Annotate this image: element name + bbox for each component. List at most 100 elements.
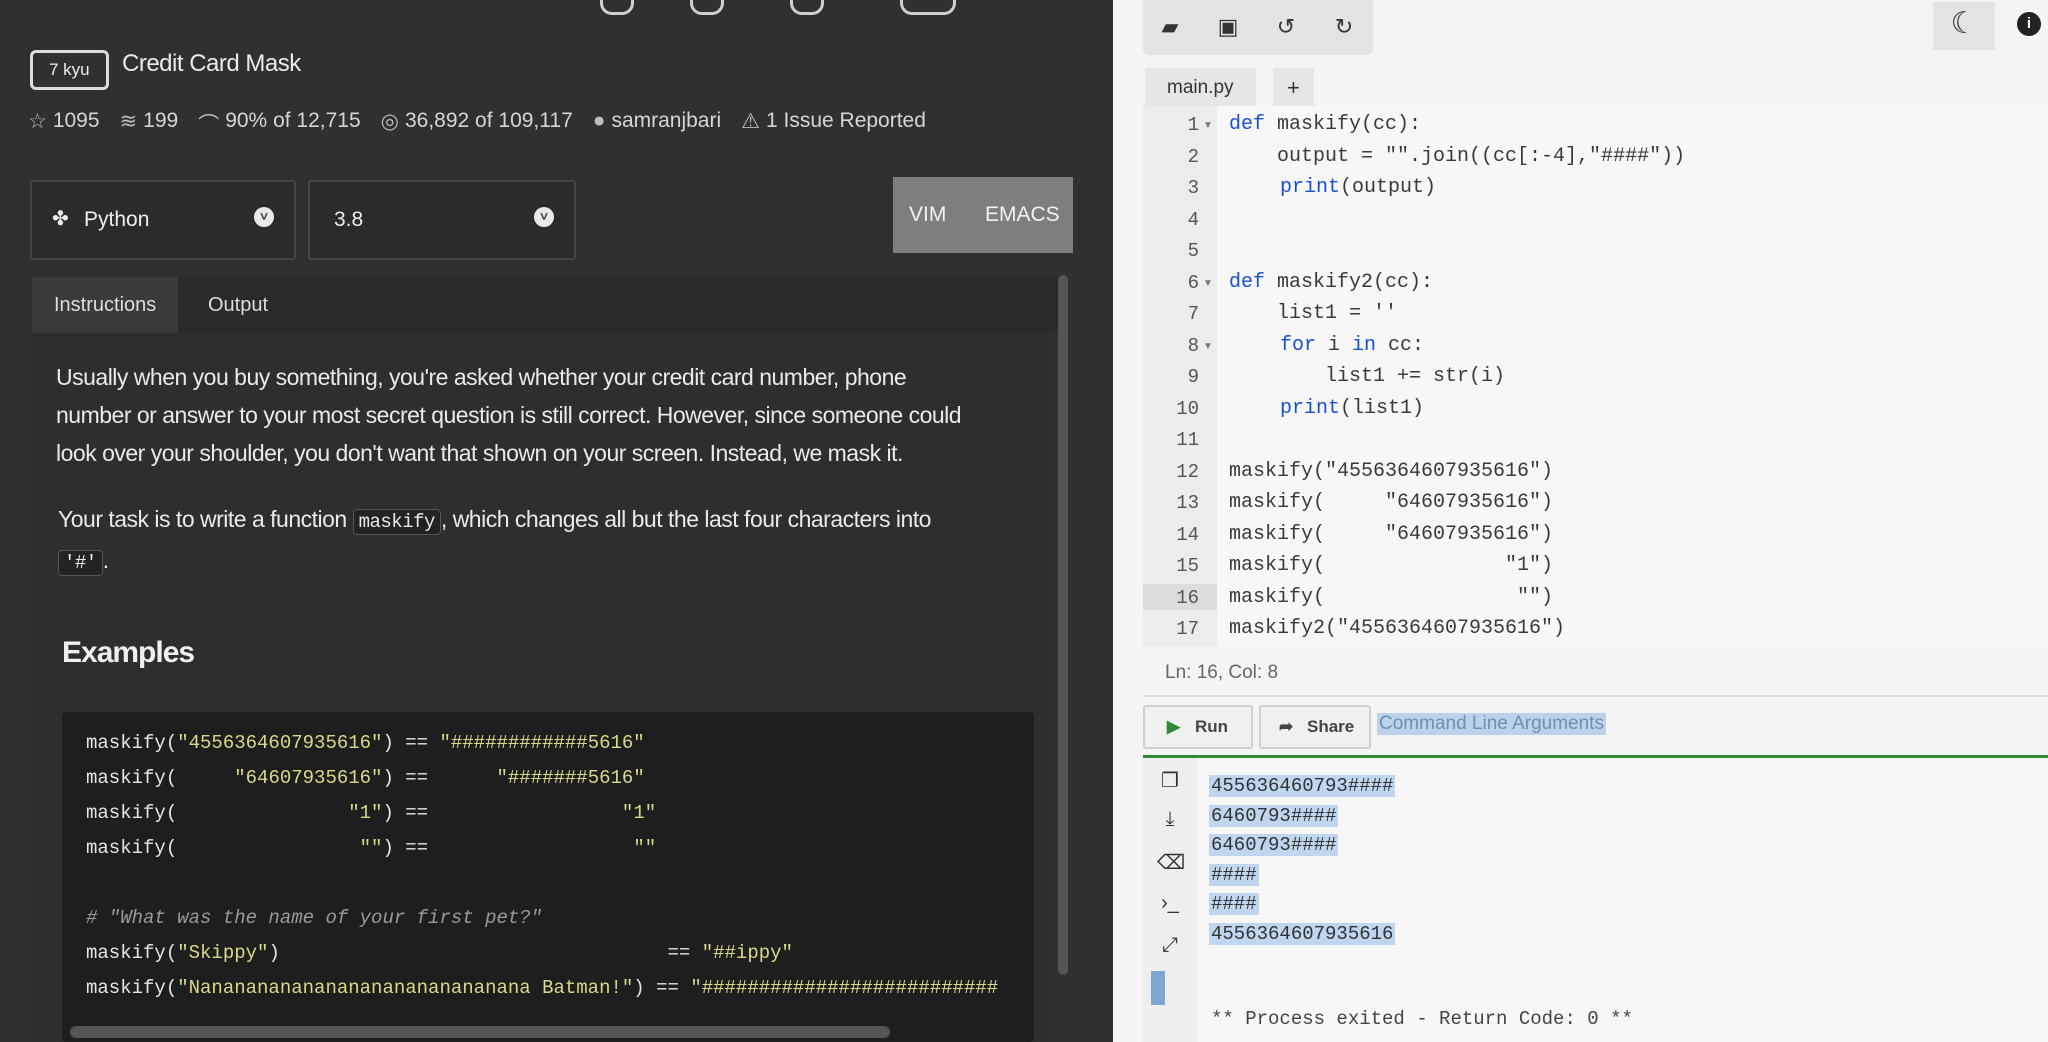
chevron-down-icon: ˅	[534, 207, 554, 227]
instruction-tabs: Instructions Output	[32, 277, 1062, 333]
completed-icon: ◎	[380, 110, 399, 133]
inline-code: '#'	[58, 550, 103, 576]
description-line: number or answer to your most secret que…	[56, 402, 962, 428]
example-line: maskify("4556364607935616") == "########…	[86, 732, 645, 754]
terminal-icon[interactable]: ›_	[1157, 892, 1183, 915]
play-icon: ▶	[1167, 717, 1181, 736]
fold-arrow-icon[interactable]: ▼	[1203, 278, 1213, 289]
code-line: maskify2("4556364607935616")	[1229, 617, 1566, 640]
task-text: .	[102, 547, 109, 573]
satisfaction-rating: 90% of 12,715	[225, 109, 361, 132]
console-output-line: 6460793####	[1209, 834, 1339, 856]
selection-marker	[1151, 971, 1165, 1005]
kata-panel: 7 kyu Credit Card Mask ☆ 1095 ≋ 199 ⌒ 90…	[0, 0, 1113, 1042]
star-icon[interactable]: ☆	[28, 109, 47, 139]
language-select[interactable]: ✤ Python ˅	[30, 180, 296, 260]
tab-output[interactable]: Output	[186, 277, 290, 333]
horizontal-scrollbar[interactable]	[70, 1026, 890, 1038]
satisfaction-icon: ⌒	[198, 114, 220, 137]
line-number: 3	[1187, 177, 1199, 199]
cursor-position: Ln: 16, Col: 8	[1165, 662, 1279, 683]
examples-code-block: maskify("4556364607935616") == "########…	[62, 712, 1034, 1042]
task-text: , which changes all but the last four ch…	[440, 506, 932, 532]
clear-icon[interactable]: ⌫	[1157, 850, 1185, 875]
python-icon: ✤	[52, 208, 69, 230]
code-line: for i in cc:	[1280, 334, 1425, 357]
line-number: 5	[1187, 240, 1199, 262]
console-output-line: ####	[1209, 864, 1259, 886]
example-comment: # "What was the name of your first pet?"	[86, 907, 543, 929]
emacs-mode-button[interactable]: EMACS	[985, 203, 1060, 227]
line-number: 4	[1187, 209, 1199, 231]
collections-count: 199	[143, 109, 179, 132]
run-button[interactable]: ▶ Run	[1143, 705, 1253, 749]
vim-mode-button[interactable]: VIM	[909, 203, 946, 227]
console-output-line: ####	[1209, 893, 1259, 915]
fold-arrow-icon[interactable]: ▼	[1203, 341, 1213, 352]
editor-modes: VIM EMACS	[893, 177, 1073, 253]
avatar[interactable]	[900, 0, 956, 15]
line-number: 2	[1187, 146, 1199, 168]
run-label: Run	[1195, 717, 1229, 736]
example-line: maskify("Nanananananananananananananana …	[86, 977, 999, 999]
line-number: 17	[1176, 618, 1199, 640]
save-icon[interactable]: ▣	[1211, 14, 1245, 42]
code-line: maskify( "64607935616")	[1229, 523, 1554, 546]
rank-badge: 7 kyu	[30, 50, 109, 90]
tab-instructions[interactable]: Instructions	[32, 277, 179, 333]
chevron-down-icon: ˅	[254, 207, 274, 227]
undo-icon[interactable]: ↺	[1269, 14, 1303, 42]
line-number: 8	[1187, 335, 1199, 357]
line-number: 13	[1176, 492, 1199, 514]
tab-main-py[interactable]: main.py	[1145, 68, 1256, 106]
editor-panel: ▰ ▣ ↺ ↻ ☾ i main.py + 1 2 3 4 5 6 7 8 9 …	[1113, 0, 2048, 1042]
warning-icon: ⚠	[741, 110, 760, 133]
notification-icon[interactable]	[790, 0, 824, 15]
line-number: 9	[1187, 366, 1199, 388]
issues-link[interactable]: 1 Issue Reported	[766, 109, 926, 139]
code-line: def maskify(cc):	[1229, 113, 1422, 136]
add-file-button[interactable]: +	[1273, 68, 1314, 106]
line-number: 1	[1187, 114, 1199, 136]
open-folder-icon[interactable]: ▰	[1153, 14, 1187, 42]
info-icon[interactable]: i	[2017, 12, 2041, 36]
bookmark-icon[interactable]	[690, 0, 724, 15]
version-select[interactable]: 3.8 ˅	[308, 180, 576, 260]
inline-code: maskify	[352, 509, 441, 535]
command-line-arguments-field[interactable]: Command Line Arguments	[1377, 713, 1606, 735]
fold-arrow-icon[interactable]: ▼	[1203, 120, 1213, 131]
example-line: maskify("Skippy") == "##ippy"	[86, 942, 793, 964]
code-line: print(output)	[1280, 176, 1437, 199]
code-line: maskify( "")	[1229, 586, 1554, 609]
share-button[interactable]: ➦ Share	[1259, 705, 1371, 749]
download-icon[interactable]: ⤓	[1157, 808, 1183, 831]
line-number: 16	[1176, 587, 1199, 609]
code-line: maskify( "1")	[1229, 554, 1554, 577]
copy-icon[interactable]: ❐	[1157, 768, 1183, 793]
share-label: Share	[1307, 717, 1355, 736]
line-number: 6	[1187, 272, 1199, 294]
completed-count: 36,892 of 109,117	[404, 109, 573, 132]
description-line: look over your shoulder, you don't want …	[56, 440, 903, 466]
nav-icon-1[interactable]	[600, 0, 634, 15]
author-name[interactable]: samranjbari	[611, 109, 721, 139]
divider	[1143, 695, 2048, 697]
process-exit-message: ** Process exited - Return Code: 0 **	[1211, 1008, 1633, 1030]
console-output-line: 6460793####	[1209, 805, 1339, 827]
code-line: print(list1)	[1280, 397, 1425, 420]
code-editor[interactable]: 1 2 3 4 5 6 7 8 9 10 11 12 13 14 15 16 1…	[1143, 106, 2048, 646]
redo-icon[interactable]: ↻	[1327, 14, 1361, 42]
stars-count: 1095	[52, 109, 100, 132]
code-line: maskify( "64607935616")	[1229, 491, 1554, 514]
vertical-scrollbar[interactable]	[1058, 275, 1068, 975]
examples-heading: Examples	[62, 636, 195, 669]
dark-mode-icon[interactable]: ☾	[1933, 2, 1995, 50]
line-number: 14	[1176, 524, 1199, 546]
code-line: list1 += str(i)	[1229, 365, 1506, 388]
line-number: 10	[1176, 398, 1199, 420]
version-select-value: 3.8	[334, 208, 364, 231]
line-number: 12	[1176, 461, 1199, 483]
code-line: def maskify2(cc):	[1229, 271, 1434, 294]
expand-icon[interactable]: ⤢	[1157, 934, 1183, 957]
console-output-line: 4556364607935616	[1209, 923, 1396, 945]
